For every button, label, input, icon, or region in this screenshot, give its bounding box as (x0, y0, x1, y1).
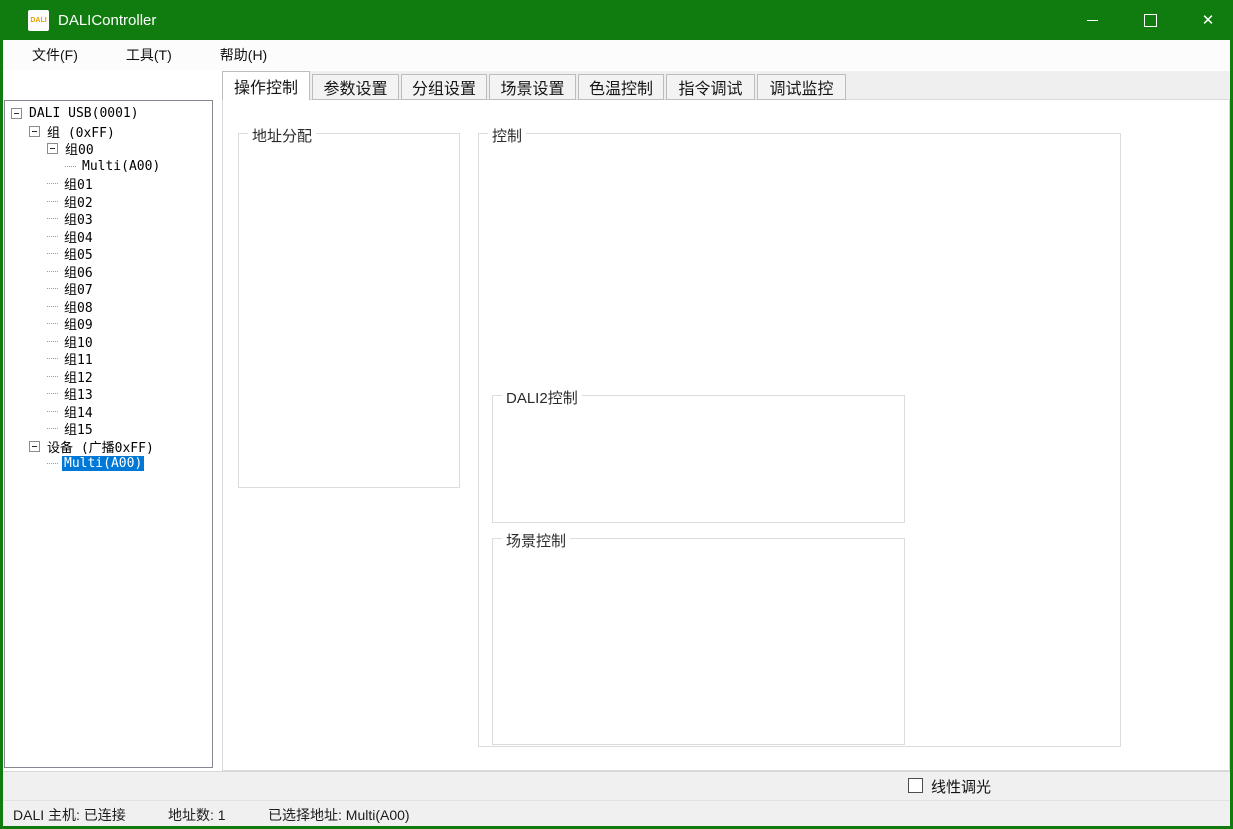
tree-connector (47, 306, 58, 307)
window-title: DALIController (58, 0, 156, 40)
linear-dimming-checkbox[interactable] (908, 778, 923, 793)
tree-item-label: 组12 (62, 367, 95, 386)
tree-item[interactable]: 组00 (5, 140, 212, 158)
tree-item-label: Multi(A00) (80, 159, 162, 174)
linear-dimming-label: 线性调光 (931, 776, 991, 797)
tree-item[interactable]: Multi(A00) (5, 158, 212, 176)
tree-item-label: 组02 (62, 192, 95, 211)
dali2-control-group-label: DALI2控制 (502, 387, 582, 408)
device-tree: DALI USB(0001)组 (0xFF)组00Multi(A00)组01组0… (4, 100, 213, 768)
footer-band: 线性调光 (3, 771, 1230, 800)
menu-item-help[interactable]: 帮助(H) (206, 40, 281, 70)
tree-item-label: 组11 (62, 349, 95, 368)
collapse-minus-icon[interactable] (47, 143, 58, 154)
tree-connector (47, 411, 58, 412)
tree-item[interactable]: 组10 (5, 333, 212, 351)
tree-item-label: 组10 (62, 332, 95, 351)
tree-item[interactable]: 组09 (5, 315, 212, 333)
tree-item-label: Multi(A00) (62, 456, 144, 471)
tree-connector (47, 253, 58, 254)
tree-connector (47, 183, 58, 184)
tree-item-label: 组06 (62, 262, 95, 281)
tree-item[interactable]: 组06 (5, 263, 212, 281)
tab-场景设置[interactable]: 场景设置 (489, 74, 576, 100)
collapse-minus-icon[interactable] (29, 126, 40, 137)
tree-item[interactable]: 组14 (5, 403, 212, 421)
tree-item[interactable]: 组07 (5, 280, 212, 298)
tree-item[interactable]: 组04 (5, 228, 212, 246)
close-icon: ✕ (1202, 13, 1215, 28)
tree-item-label: 组01 (62, 174, 95, 193)
tree-connector (47, 323, 58, 324)
maximize-button[interactable] (1127, 0, 1173, 40)
minimize-button[interactable] (1069, 0, 1115, 40)
collapse-minus-icon[interactable] (11, 108, 22, 119)
tree-item[interactable]: 组05 (5, 245, 212, 263)
tree-item-label: 组07 (62, 279, 95, 298)
tree-connector (65, 166, 76, 167)
tree-item-label: 组00 (63, 139, 96, 158)
tree-connector (47, 376, 58, 377)
address-assignment-group-label: 地址分配 (248, 125, 316, 146)
tree-connector (47, 201, 58, 202)
tree-connector (47, 341, 58, 342)
app-icon: DALI (28, 10, 49, 31)
minimize-icon (1087, 20, 1098, 21)
tree-item[interactable]: 组12 (5, 368, 212, 386)
status-host-connection: DALI 主机: 已连接 (13, 805, 126, 825)
tree-connector (47, 393, 58, 394)
tree-item[interactable]: 设备 (广播0xFF) (5, 438, 212, 456)
window-border-left (0, 40, 3, 829)
scene-control-group: 场景控制 (492, 538, 905, 745)
tab-调试监控[interactable]: 调试监控 (757, 74, 846, 100)
tree-connector (47, 428, 58, 429)
tree-item-label: 组09 (62, 314, 95, 333)
menu-bar: 文件(F) 工具(T) 帮助(H) (3, 40, 1230, 70)
close-button[interactable]: ✕ (1185, 0, 1231, 40)
control-group-label: 控制 (488, 125, 526, 146)
tree-item[interactable]: 组 (0xFF) (5, 123, 212, 141)
tree-item[interactable]: DALI USB(0001) (5, 105, 212, 123)
tree-item[interactable]: 组02 (5, 193, 212, 211)
tree-item[interactable]: 组11 (5, 350, 212, 368)
status-address-count: 地址数: 1 (168, 805, 226, 825)
tree-item-label: 组13 (62, 384, 95, 403)
tree-item-label: 组04 (62, 227, 95, 246)
tree-connector (47, 358, 58, 359)
tree-item[interactable]: 组13 (5, 385, 212, 403)
tree-item-label: 组03 (62, 209, 95, 228)
status-selected-address: 已选择地址: Multi(A00) (268, 805, 410, 825)
tree-item-label: 组08 (62, 297, 95, 316)
menu-item-file[interactable]: 文件(F) (18, 40, 92, 70)
tree-item-label: DALI USB(0001) (27, 106, 141, 121)
tree-item[interactable]: 组03 (5, 210, 212, 228)
tree-item[interactable]: Multi(A00) (5, 455, 212, 473)
tree-connector (47, 271, 58, 272)
tab-指令调试[interactable]: 指令调试 (666, 74, 755, 100)
tree-item-label: 组05 (62, 244, 95, 263)
tab-色温控制[interactable]: 色温控制 (578, 74, 664, 100)
tree-item[interactable]: 组08 (5, 298, 212, 316)
tree-item[interactable]: 组01 (5, 175, 212, 193)
title-bar: DALI DALIController ✕ (0, 0, 1233, 40)
tree-item-label: 组14 (62, 402, 95, 421)
address-assignment-group: 地址分配 (238, 133, 460, 488)
tree-item-label: 组15 (62, 419, 95, 438)
scene-control-group-label: 场景控制 (502, 530, 570, 551)
tree-connector (47, 236, 58, 237)
tree-item-label: 设备 (广播0xFF) (45, 437, 156, 456)
tab-分组设置[interactable]: 分组设置 (401, 74, 487, 100)
tree-item-label: 组 (0xFF) (45, 122, 117, 141)
maximize-icon (1144, 14, 1157, 27)
tab-参数设置[interactable]: 参数设置 (312, 74, 399, 100)
tree-item[interactable]: 组15 (5, 420, 212, 438)
tree-connector (47, 463, 58, 464)
tree-connector (47, 288, 58, 289)
menu-item-tools[interactable]: 工具(T) (112, 40, 186, 70)
tree-connector (47, 218, 58, 219)
dali2-control-group: DALI2控制 (492, 395, 905, 523)
status-bar: DALI 主机: 已连接 地址数: 1 已选择地址: Multi(A00) (3, 800, 1230, 826)
tab-操作控制[interactable]: 操作控制 (222, 71, 310, 100)
collapse-minus-icon[interactable] (29, 441, 40, 452)
